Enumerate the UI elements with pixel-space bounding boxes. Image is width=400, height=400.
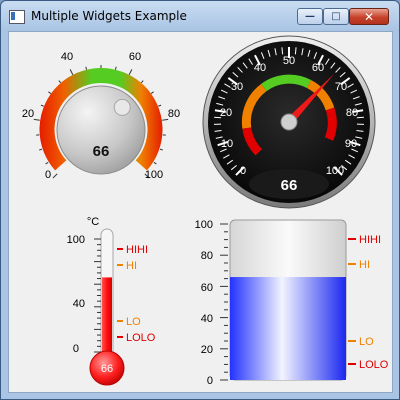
tank-marker-hi: HI — [359, 259, 370, 271]
tank-tick-marks — [220, 223, 228, 381]
tank-marker-lolo: LOLO — [359, 359, 389, 371]
tank-tick-60: 60 — [201, 282, 213, 294]
speed-gauge: 0 10 20 30 40 50 60 70 80 90 100 66 — [202, 35, 376, 209]
title-bar[interactable]: Multiple Widgets Example — □ ✕ — [1, 1, 399, 31]
speed-tick-10: 10 — [221, 138, 233, 150]
thermometer-tick-100: 100 — [67, 234, 85, 246]
tank-tick-80: 80 — [201, 250, 213, 262]
thermometer-marker-hihi: HIHI — [126, 244, 148, 256]
tank-marker-lo: LO — [359, 336, 374, 348]
thermometer-tick-marks — [94, 238, 101, 353]
speed-gauge-value: 66 — [281, 177, 298, 194]
speed-tick-30: 30 — [231, 81, 243, 93]
speed-tick-0: 0 — [240, 165, 246, 177]
speed-gauge-hub — [280, 113, 298, 131]
knob[interactable] — [56, 85, 146, 175]
thermometer-marker-hi: HI — [126, 260, 137, 272]
thermometer-marker-lo: LO — [126, 316, 141, 328]
thermometer-tick-0: 0 — [73, 343, 79, 355]
speed-tick-90: 90 — [345, 138, 357, 150]
speed-tick-80: 80 — [346, 107, 358, 119]
tank-tick-100: 100 — [195, 219, 213, 231]
knob-tick-100: 100 — [145, 169, 163, 181]
speed-gauge-band-red-2 — [324, 107, 337, 141]
thermometer-mercury — [102, 277, 112, 362]
window-title: Multiple Widgets Example — [31, 9, 187, 23]
tank-tick-40: 40 — [201, 313, 213, 325]
knob-tick-80: 80 — [168, 108, 180, 120]
speed-tick-50: 50 — [283, 55, 295, 67]
knob-tick-60: 60 — [129, 51, 141, 63]
knob-value: 66 — [93, 143, 110, 160]
knob-indicator — [113, 98, 131, 116]
tank-marker-hihi: HIHI — [359, 234, 381, 246]
knob-tick-0: 0 — [45, 169, 51, 181]
speed-tick-20: 20 — [220, 107, 232, 119]
widgets-panel: 0 20 40 60 80 100 66 0 10 20 30 40 50 60… — [8, 31, 393, 393]
thermometer-value: 66 — [101, 363, 113, 375]
window-icon — [9, 10, 25, 24]
tank-tick-20: 20 — [201, 344, 213, 356]
speed-tick-40: 40 — [254, 62, 266, 74]
maximize-button[interactable]: □ — [323, 8, 349, 25]
tank-gauge: 100 80 60 40 20 0 HIHI HI LO LOLO — [195, 219, 389, 387]
thermometer-marker-lolo: LOLO — [126, 332, 156, 344]
speed-tick-60: 60 — [312, 62, 324, 74]
thermometer-tick-40: 40 — [73, 298, 85, 310]
thermometer: °C 100 40 0 HIHI HI LO LOLO 66 — [67, 216, 156, 386]
tank-tick-0: 0 — [207, 375, 213, 387]
knob-tick-20: 20 — [22, 108, 34, 120]
minimize-button[interactable]: — — [297, 8, 323, 25]
knob-tick-40: 40 — [61, 51, 73, 63]
tank-level — [230, 277, 346, 380]
speed-tick-70: 70 — [335, 81, 347, 93]
speed-tick-100: 100 — [326, 165, 344, 177]
close-button[interactable]: ✕ — [349, 8, 389, 25]
app-window: Multiple Widgets Example — □ ✕ 0 20 40 6… — [0, 0, 400, 400]
thermometer-unit: °C — [87, 216, 99, 228]
knob-gauge[interactable]: 0 20 40 60 80 100 66 — [22, 51, 180, 181]
